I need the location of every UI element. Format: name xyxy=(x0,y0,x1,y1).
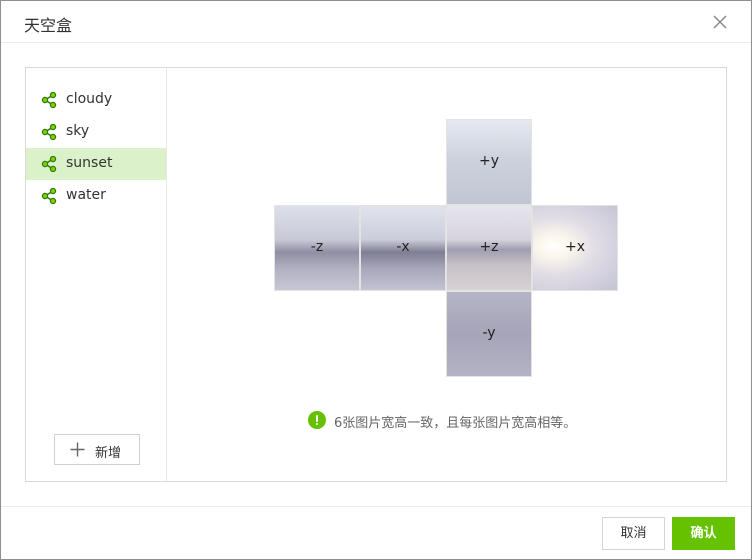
skybox-panel: cloudy sky sunset water 新增 +y -z -x +z +… xyxy=(25,67,727,482)
cancel-button[interactable]: 取消 xyxy=(602,517,665,550)
sidebar-item-label: sky xyxy=(66,123,90,139)
share-icon xyxy=(41,187,57,205)
face-label: -y xyxy=(482,325,496,341)
sidebar-item-label: cloudy xyxy=(66,91,113,107)
dialog-footer: 取消 确认 xyxy=(1,506,751,559)
face-label: -x xyxy=(396,239,410,255)
confirm-button[interactable]: 确认 xyxy=(672,517,735,550)
share-icon xyxy=(41,155,57,173)
face-label: +z xyxy=(479,239,499,255)
face-neg-y[interactable]: -y xyxy=(446,291,532,377)
sidebar-item-label: sunset xyxy=(66,155,113,171)
face-label: +x xyxy=(564,239,585,255)
sidebar-item-cloudy[interactable]: cloudy xyxy=(26,84,166,116)
dialog-header: 天空盒 xyxy=(1,1,751,43)
sidebar-item-label: water xyxy=(66,187,106,203)
skybox-dialog: 天空盒 cloudy sky sunset water 新增 +y -z -x … xyxy=(0,0,752,560)
face-label: -z xyxy=(310,239,324,255)
face-neg-x[interactable]: -x xyxy=(360,205,446,291)
sidebar-item-water[interactable]: water xyxy=(26,180,166,212)
plus-icon xyxy=(70,442,85,457)
face-label: +y xyxy=(478,153,499,169)
warning-icon xyxy=(308,411,326,429)
share-icon xyxy=(41,91,57,109)
add-skybox-button[interactable]: 新增 xyxy=(54,434,140,465)
skybox-list: cloudy sky sunset water 新增 xyxy=(26,68,167,481)
add-button-label: 新增 xyxy=(95,446,122,461)
close-icon[interactable] xyxy=(711,13,729,31)
sidebar-item-sky[interactable]: sky xyxy=(26,116,166,148)
face-neg-z[interactable]: -z xyxy=(274,205,360,291)
face-pos-x[interactable]: +x xyxy=(532,205,618,291)
hint-text: 6张图片宽高一致，且每张图片宽高相等。 xyxy=(334,416,577,431)
sidebar-item-sunset[interactable]: sunset xyxy=(26,148,166,180)
share-icon xyxy=(41,123,57,141)
dialog-title: 天空盒 xyxy=(24,16,73,35)
face-pos-z[interactable]: +z xyxy=(446,205,532,291)
face-pos-y[interactable]: +y xyxy=(446,119,532,205)
